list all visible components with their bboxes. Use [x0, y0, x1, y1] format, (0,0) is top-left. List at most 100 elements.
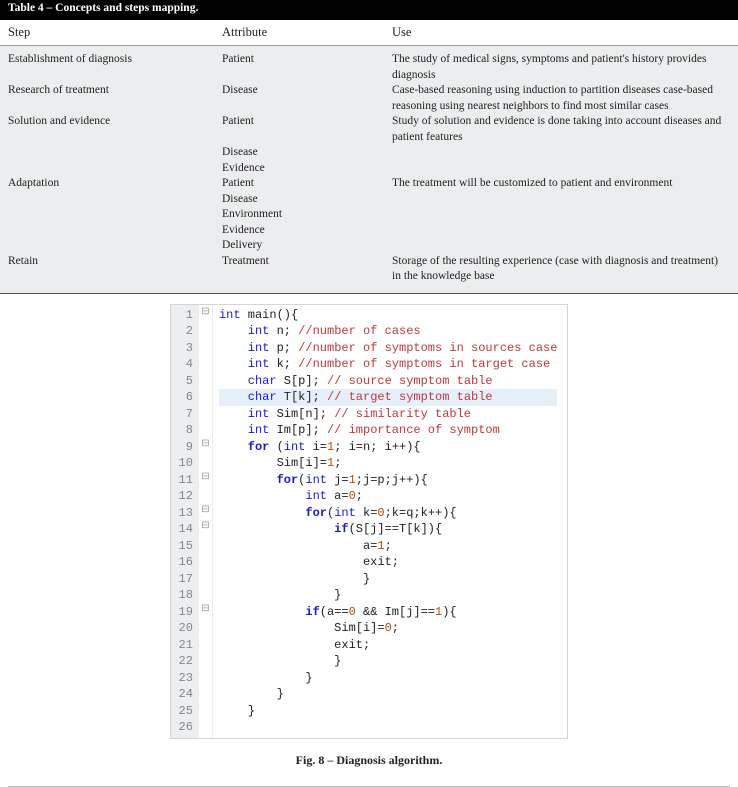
fold-marker	[199, 404, 212, 421]
line-number: 1	[179, 307, 193, 324]
fold-marker	[199, 536, 212, 553]
line-number: 21	[179, 637, 193, 654]
code-line: exit;	[219, 554, 557, 571]
th-step: Step	[8, 25, 222, 40]
line-number: 10	[179, 455, 193, 472]
line-number: 20	[179, 620, 193, 637]
fold-marker: ⊟	[199, 305, 212, 322]
cell-attribute: Treatment	[222, 254, 392, 285]
fold-marker	[199, 585, 212, 602]
fold-marker: ⊟	[199, 602, 212, 619]
code-line: if(a==0 && Im[j]==1){	[219, 604, 557, 621]
cell-use	[392, 223, 730, 239]
code-figure: 1234567891011121314151617181920212223242…	[0, 304, 738, 739]
fold-marker	[199, 486, 212, 503]
line-number: 14	[179, 521, 193, 538]
code-line: char T[k]; // target symptom table	[219, 389, 557, 406]
cell-use: Storage of the resulting experience (cas…	[392, 254, 730, 285]
line-number: 4	[179, 356, 193, 373]
fold-marker	[199, 338, 212, 355]
fold-gutter: ⊟⊟⊟⊟⊟⊟	[199, 305, 213, 738]
line-number: 2	[179, 323, 193, 340]
cell-use: The treatment will be customized to pati…	[392, 176, 730, 192]
fold-marker	[199, 569, 212, 586]
code-line: a=1;	[219, 538, 557, 555]
cell-step	[8, 161, 222, 177]
table-row: AdaptationPatientThe treatment will be c…	[8, 176, 730, 192]
cell-attribute: Disease	[222, 83, 392, 114]
line-number: 17	[179, 571, 193, 588]
cell-attribute: Disease	[222, 192, 392, 208]
table-row: Evidence	[8, 223, 730, 239]
cell-attribute: Evidence	[222, 223, 392, 239]
cell-use	[392, 207, 730, 223]
cell-attribute: Patient	[222, 176, 392, 192]
table-caption: Table 4 – Concepts and steps mapping.	[0, 0, 738, 20]
cell-step	[8, 207, 222, 223]
fold-marker: ⊟	[199, 470, 212, 487]
fold-marker	[199, 618, 212, 635]
cell-attribute: Environment	[222, 207, 392, 223]
fold-marker: ⊟	[199, 503, 212, 520]
table-row: Disease	[8, 145, 730, 161]
cell-step: Adaptation	[8, 176, 222, 192]
cell-attribute: Patient	[222, 52, 392, 83]
cell-use: Case-based reasoning using induction to …	[392, 83, 730, 114]
code-line: int k; //number of symptoms in target ca…	[219, 356, 557, 373]
code-line: }	[219, 686, 557, 703]
code-line: int a=0;	[219, 488, 557, 505]
line-number: 13	[179, 505, 193, 522]
code-line: if(S[j]==T[k]){	[219, 521, 557, 538]
fold-marker	[199, 552, 212, 569]
code-line: }	[219, 587, 557, 604]
code-line: Sim[i]=0;	[219, 620, 557, 637]
cell-use	[392, 161, 730, 177]
line-number: 11	[179, 472, 193, 489]
table-row: Disease	[8, 192, 730, 208]
code-line: }	[219, 670, 557, 687]
code-line: int Sim[n]; // similarity table	[219, 406, 557, 423]
cell-use	[392, 192, 730, 208]
cell-step: Solution and evidence	[8, 114, 222, 145]
code-line: int n; //number of cases	[219, 323, 557, 340]
code-line: for (int i=1; i=n; i++){	[219, 439, 557, 456]
fold-marker: ⊟	[199, 437, 212, 454]
table-row: Research of treatmentDiseaseCase-based r…	[8, 83, 730, 114]
fold-marker	[199, 684, 212, 701]
line-number: 23	[179, 670, 193, 687]
line-number: 19	[179, 604, 193, 621]
fold-marker	[199, 635, 212, 652]
table-row: Solution and evidencePatientStudy of sol…	[8, 114, 730, 145]
fold-marker	[199, 387, 212, 404]
line-number: 22	[179, 653, 193, 670]
cell-use	[392, 238, 730, 254]
line-number: 18	[179, 587, 193, 604]
code-line: int Im[p]; // importance of symptom	[219, 422, 557, 439]
line-number: 7	[179, 406, 193, 423]
figure-caption: Fig. 8 – Diagnosis algorithm.	[0, 753, 738, 768]
line-number: 15	[179, 538, 193, 555]
code-line: }	[219, 571, 557, 588]
table-body: Establishment of diagnosisPatientThe stu…	[0, 46, 738, 294]
line-number: 8	[179, 422, 193, 439]
line-number: 26	[179, 719, 193, 736]
line-number: 3	[179, 340, 193, 357]
code-line: char S[p]; // source symptom table	[219, 373, 557, 390]
cell-step	[8, 192, 222, 208]
code-line: int main(){	[219, 307, 557, 324]
line-number: 25	[179, 703, 193, 720]
code-content: int main(){ int n; //number of cases int…	[213, 305, 567, 738]
fold-marker	[199, 651, 212, 668]
cell-step: Establishment of diagnosis	[8, 52, 222, 83]
code-line: for(int k=0;k=q;k++){	[219, 505, 557, 522]
fold-marker: ⊟	[199, 519, 212, 536]
table-row: RetainTreatmentStorage of the resulting …	[8, 254, 730, 285]
line-number: 9	[179, 439, 193, 456]
cell-step	[8, 145, 222, 161]
cell-step	[8, 238, 222, 254]
table-header-row: Step Attribute Use	[0, 20, 738, 46]
table-row: Delivery	[8, 238, 730, 254]
th-attribute: Attribute	[222, 25, 392, 40]
cell-use: The study of medical signs, symptoms and…	[392, 52, 730, 83]
cell-step: Research of treatment	[8, 83, 222, 114]
